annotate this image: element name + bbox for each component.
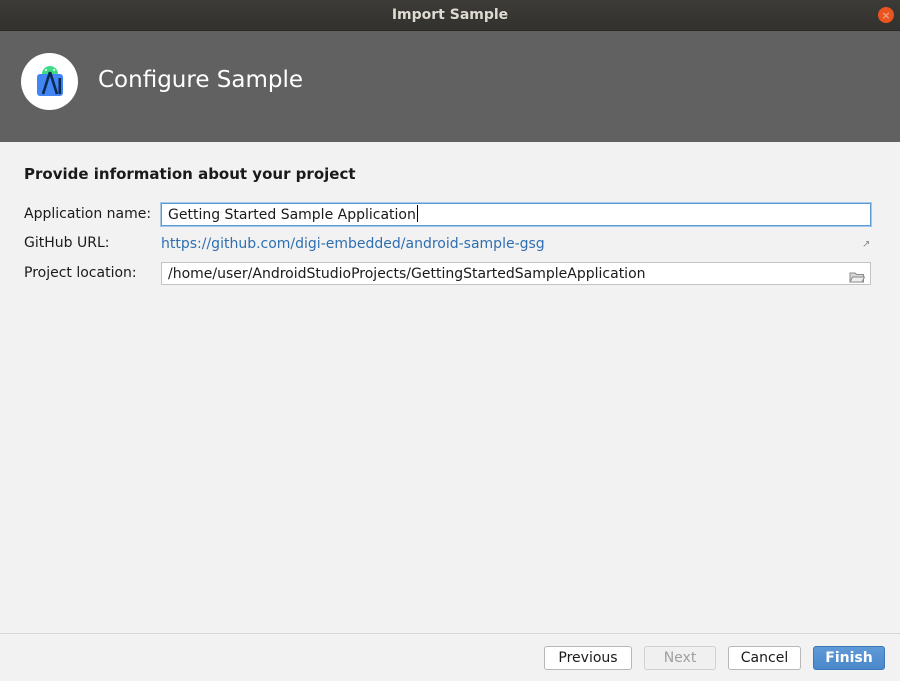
app-name-label: Application name: (24, 206, 152, 222)
close-icon[interactable]: × (878, 7, 894, 23)
finish-button[interactable]: Finish (813, 646, 885, 670)
app-name-value: Getting Started Sample Application (168, 207, 416, 223)
text-caret (416, 205, 418, 222)
app-name-field[interactable]: Getting Started Sample Application (161, 203, 871, 226)
button-bar: Previous Next Cancel Finish (0, 633, 900, 681)
android-studio-icon (21, 53, 78, 110)
project-location-label: Project location: (24, 265, 137, 281)
project-location-value: /home/user/AndroidStudioProjects/Getting… (168, 266, 646, 282)
cancel-button[interactable]: Cancel (728, 646, 801, 670)
section-heading: Provide information about your project (24, 165, 356, 183)
form-content: Provide information about your project A… (0, 142, 900, 633)
page-title: Configure Sample (98, 67, 304, 93)
folder-icon[interactable] (849, 268, 866, 284)
project-location-field[interactable]: /home/user/AndroidStudioProjects/Getting… (161, 262, 871, 285)
github-url-label: GitHub URL: (24, 235, 110, 251)
previous-button[interactable]: Previous (544, 646, 632, 670)
github-url-link[interactable]: https://github.com/digi-embedded/android… (161, 236, 545, 252)
close-glyph: × (881, 8, 891, 22)
window-titlebar: Import Sample × (0, 0, 900, 31)
external-link-icon[interactable]: ↗ (862, 239, 870, 250)
next-button[interactable]: Next (644, 646, 716, 670)
window-title: Import Sample (391, 7, 509, 23)
wizard-header: Configure Sample (0, 31, 900, 142)
